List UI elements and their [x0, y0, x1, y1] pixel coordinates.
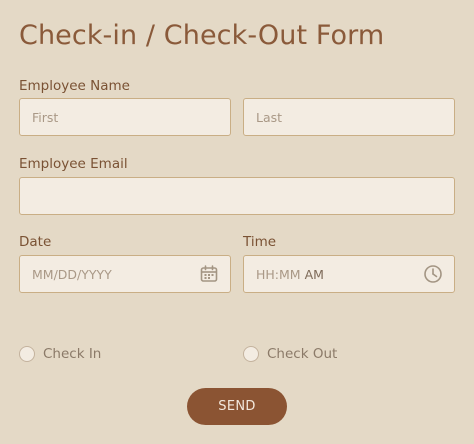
check-out-option[interactable]: Check Out	[243, 346, 337, 362]
send-button[interactable]: SEND	[187, 388, 287, 425]
calendar-icon[interactable]	[199, 264, 219, 284]
last-name-input[interactable]	[243, 98, 455, 136]
employee-email-label: Employee Email	[19, 156, 128, 172]
email-field[interactable]	[19, 177, 455, 215]
check-in-option[interactable]: Check In	[19, 346, 101, 362]
time-input[interactable]: HH:MM AM	[243, 255, 455, 293]
time-ampm-placeholder: AM	[304, 267, 324, 282]
date-input[interactable]: MM/DD/YYYY	[19, 255, 231, 293]
date-label: Date	[19, 234, 52, 250]
employee-name-label: Employee Name	[19, 78, 130, 94]
form-title: Check-in / Check-Out Form	[19, 20, 385, 51]
check-out-radio[interactable]	[243, 346, 259, 362]
checkin-form: Check-in / Check-Out Form Employee Name …	[0, 0, 474, 444]
check-in-radio[interactable]	[19, 346, 35, 362]
check-in-label: Check In	[43, 346, 102, 362]
check-out-label: Check Out	[267, 346, 338, 362]
clock-icon[interactable]	[423, 264, 443, 284]
time-hhmm-placeholder: HH:MM	[256, 267, 301, 282]
first-name-input[interactable]	[19, 98, 231, 136]
time-label: Time	[243, 234, 277, 250]
date-placeholder: MM/DD/YYYY	[32, 267, 112, 282]
time-placeholder: HH:MM AM	[256, 267, 324, 282]
